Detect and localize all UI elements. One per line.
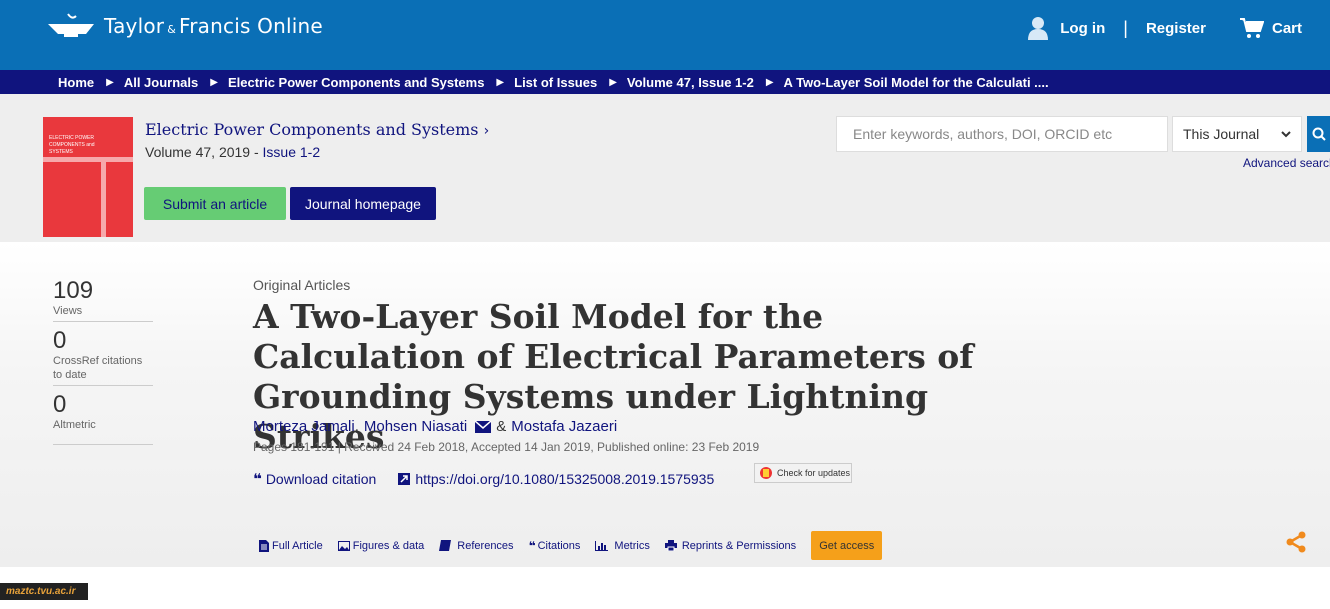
- bar-chart-icon: [595, 540, 609, 551]
- article-type: Original Articles: [253, 277, 351, 293]
- journal-homepage-button[interactable]: Journal homepage: [290, 187, 436, 220]
- cart-icon: [1239, 18, 1264, 38]
- metric-label: Altmetric: [53, 419, 96, 431]
- breadcrumb-arrow-icon: ▶: [609, 76, 617, 88]
- breadcrumb-issue[interactable]: Volume 47, Issue 1-2: [627, 75, 754, 90]
- metric-label: Views: [53, 305, 83, 317]
- metric-views: 109 Views: [53, 278, 153, 322]
- image-icon: [337, 540, 350, 551]
- crossmark-icon: [760, 467, 772, 479]
- printer-icon: [664, 540, 677, 551]
- cart-link[interactable]: Cart: [1239, 17, 1302, 39]
- tab-reprints-permissions[interactable]: Reprints & Permissions: [664, 540, 796, 552]
- article-main: 109 Views 0 CrossRef citations to date 0…: [0, 242, 1330, 567]
- journal-volume: Volume 47, 2019: [145, 144, 251, 160]
- journal-header: ELECTRIC POWER COMPONENTS and SYSTEMS El…: [0, 94, 1330, 242]
- breadcrumb-arrow-icon: ▶: [496, 76, 505, 88]
- tab-citations[interactable]: ❝ Citations: [529, 539, 581, 553]
- metric-value: 0: [53, 327, 67, 354]
- journal-cover[interactable]: ELECTRIC POWER COMPONENTS and SYSTEMS: [43, 117, 133, 237]
- breadcrumb-home[interactable]: Home: [58, 75, 94, 90]
- breadcrumb-all-journals[interactable]: All Journals: [124, 75, 198, 90]
- download-citation-link[interactable]: ❝ Download citation: [253, 470, 376, 488]
- author-link[interactable]: Mostafa Jazaeri: [511, 418, 617, 435]
- article-links: ❝ Download citation https://doi.org/10.1…: [253, 470, 736, 488]
- breadcrumb-list-of-issues[interactable]: List of Issues: [514, 75, 597, 90]
- share-icon: [1286, 531, 1306, 553]
- register-link[interactable]: Register: [1146, 20, 1206, 37]
- article-dates: Pages 181-191 | Received 24 Feb 2018, Ac…: [253, 440, 760, 454]
- tab-full-article[interactable]: Full Article: [259, 539, 323, 552]
- metric-label: CrossRef citations to date: [53, 355, 143, 381]
- quote-icon: ❝: [253, 470, 262, 488]
- metric-value: 109: [53, 277, 94, 304]
- logo[interactable]: Taylor & Francis Online: [46, 12, 323, 40]
- chevron-right-icon: ›: [483, 123, 490, 139]
- tab-figures-data[interactable]: Figures & data: [337, 540, 424, 552]
- metric-value: 0: [53, 391, 67, 418]
- breadcrumb-arrow-icon: ▶: [106, 76, 114, 88]
- search-input[interactable]: Enter keywords, authors, DOI, ORCID etc: [836, 116, 1168, 152]
- search-button[interactable]: [1307, 116, 1330, 152]
- metric-altmetric[interactable]: 0 Altmetric: [53, 392, 153, 445]
- cover-decoration: [43, 157, 133, 162]
- search-scope-select[interactable]: This Journal: [1172, 116, 1302, 152]
- advanced-search-link[interactable]: Advanced search: [1243, 156, 1330, 170]
- journal-issue-link[interactable]: Issue 1-2: [263, 144, 321, 160]
- tab-metrics[interactable]: Metrics: [595, 540, 650, 552]
- user-area: Log in | Register Cart: [1028, 16, 1302, 40]
- journal-volume-issue: Volume 47, 2019 - Issue 1-2: [145, 144, 321, 160]
- book-icon: [439, 540, 452, 551]
- external-link-icon: [398, 473, 411, 485]
- search-icon: [1312, 127, 1326, 141]
- breadcrumb-current-article: A Two-Layer Soil Model for the Calculati…: [783, 74, 1049, 90]
- chevron-down-icon: [1281, 131, 1291, 138]
- header-separator: |: [1123, 17, 1128, 38]
- cover-decoration: [101, 157, 106, 237]
- article-tabs: Full Article Figures & data References ❝…: [259, 531, 883, 560]
- submit-article-button[interactable]: Submit an article: [144, 187, 286, 220]
- quote-icon: ❝: [528, 538, 536, 553]
- cover-title: ELECTRIC POWER COMPONENTS and SYSTEMS: [49, 135, 95, 155]
- check-for-updates-button[interactable]: Check for updates: [754, 463, 852, 483]
- breadcrumb-journal[interactable]: Electric Power Components and Systems: [228, 75, 484, 90]
- lamp-logo-icon: [48, 13, 94, 37]
- logo-text: Taylor & Francis Online: [104, 14, 323, 38]
- watermark: maztc.tvu.ac.ir: [0, 583, 88, 600]
- breadcrumb-arrow-icon: ▶: [210, 76, 218, 88]
- user-icon: [1028, 17, 1049, 40]
- get-access-button[interactable]: Get access: [811, 531, 883, 560]
- top-bar: Taylor & Francis Online Log in | Register …: [0, 0, 1330, 70]
- share-button[interactable]: [1285, 531, 1307, 558]
- author-link[interactable]: Morteza Jamali: [253, 418, 355, 435]
- metric-crossref: 0 CrossRef citations to date: [53, 328, 153, 386]
- journal-title[interactable]: Electric Power Components and Systems ›: [145, 120, 489, 139]
- tab-references[interactable]: References: [439, 540, 514, 552]
- breadcrumb-arrow-icon: ▶: [765, 76, 774, 88]
- document-icon: [259, 539, 269, 552]
- author-list: Morteza Jamali , Mohsen Niasati & Mostaf…: [253, 418, 618, 435]
- author-link[interactable]: Mohsen Niasati: [364, 418, 467, 435]
- envelope-icon[interactable]: [475, 420, 492, 433]
- breadcrumb: Home ▶ All Journals ▶ Electric Power Com…: [0, 70, 1330, 94]
- login-link[interactable]: Log in: [1028, 16, 1105, 40]
- doi-link[interactable]: https://doi.org/10.1080/15325008.2019.15…: [398, 471, 714, 487]
